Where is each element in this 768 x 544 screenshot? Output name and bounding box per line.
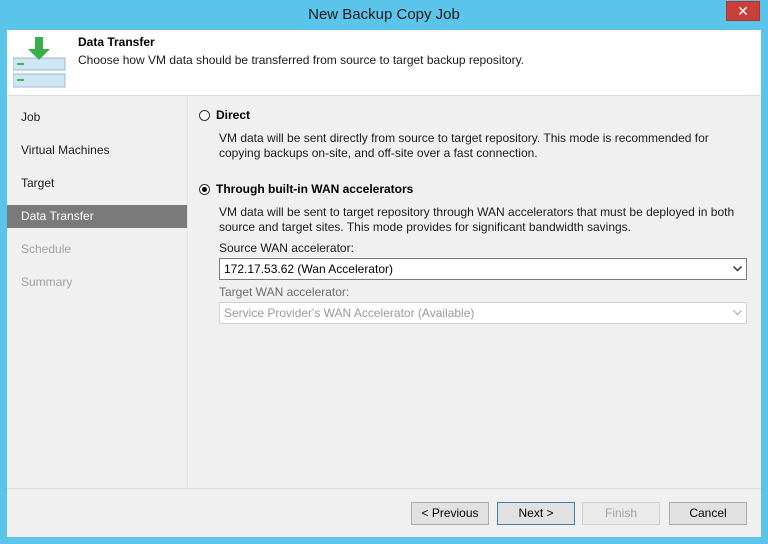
title-bar[interactable]: New Backup Copy Job ✕	[0, 0, 768, 30]
step-summary: Summary	[21, 275, 73, 289]
wizard-steps: Job Virtual Machines Target Data Transfe…	[7, 96, 187, 488]
step-data-transfer[interactable]: Data Transfer	[7, 205, 187, 228]
chevron-down-icon	[731, 303, 743, 323]
target-wan-value: Service Provider's WAN Accelerator (Avai…	[224, 306, 475, 320]
cancel-button[interactable]: Cancel	[669, 502, 747, 525]
source-wan-select[interactable]: 172.17.53.62 (Wan Accelerator)	[219, 258, 747, 280]
header-description: Choose how VM data should be transferred…	[78, 53, 525, 67]
target-wan-label: Target WAN accelerator:	[219, 285, 350, 299]
wan-option[interactable]: Through built-in WAN accelerators	[199, 182, 413, 196]
step-virtual-machines[interactable]: Virtual Machines	[7, 139, 187, 162]
dialog-client: Data Transfer Choose how VM data should …	[7, 30, 761, 537]
dialog-window: New Backup Copy Job ✕ Data Transfer Choo…	[0, 0, 768, 544]
wizard-footer: < Previous Next > Finish Cancel	[7, 488, 761, 537]
step-job[interactable]: Job	[7, 106, 187, 129]
direct-option[interactable]: Direct	[199, 108, 250, 122]
close-button[interactable]: ✕	[726, 1, 760, 21]
direct-description: VM data will be sent directly from sourc…	[219, 131, 709, 160]
direct-label[interactable]: Direct	[216, 108, 250, 122]
source-wan-value: 172.17.53.62 (Wan Accelerator)	[224, 262, 393, 276]
step-schedule: Schedule	[21, 242, 72, 256]
data-transfer-icon	[13, 37, 66, 88]
close-icon: ✕	[737, 2, 749, 19]
direct-radio[interactable]	[199, 109, 210, 121]
header-title: Data Transfer	[78, 35, 155, 49]
next-button[interactable]: Next >	[497, 502, 575, 525]
chevron-down-icon[interactable]	[731, 259, 743, 279]
wan-label[interactable]: Through built-in WAN accelerators	[216, 182, 413, 196]
finish-button: Finish	[582, 502, 660, 525]
window-title: New Backup Copy Job	[308, 6, 460, 23]
step-target[interactable]: Target	[7, 172, 187, 195]
wan-description: VM data will be sent to target repositor…	[219, 205, 735, 234]
target-wan-select: Service Provider's WAN Accelerator (Avai…	[219, 302, 747, 324]
wan-radio[interactable]	[199, 183, 210, 195]
previous-button[interactable]: < Previous	[411, 502, 489, 525]
wizard-header: Data Transfer Choose how VM data should …	[7, 30, 761, 96]
data-transfer-panel: Direct VM data will be sent directly fro…	[188, 96, 761, 488]
source-wan-label: Source WAN accelerator:	[219, 241, 354, 255]
